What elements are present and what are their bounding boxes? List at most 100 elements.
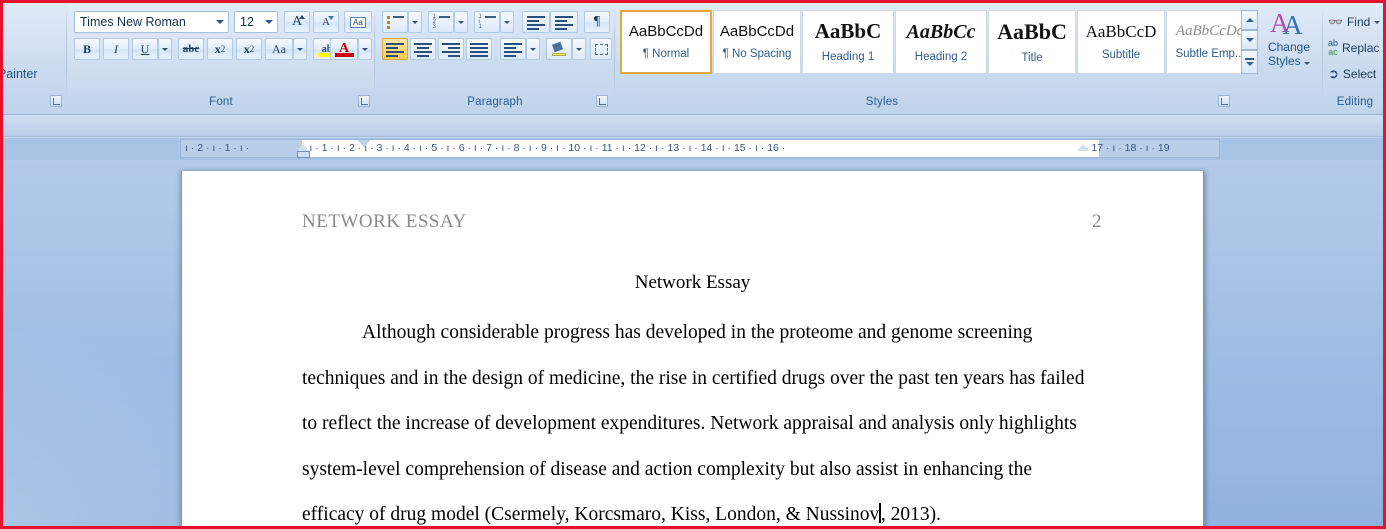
chevron-down-icon[interactable]: [265, 20, 273, 24]
bold-button[interactable]: B: [74, 38, 100, 60]
horizontal-ruler[interactable]: ı · 2 · ı · 1 · ı · · ı · 1 · ı · 2 · ı …: [180, 139, 1220, 158]
arrow-down-icon: [328, 16, 334, 20]
left-indent-marker[interactable]: [297, 151, 310, 158]
style-name: ¶ No Spacing: [723, 48, 792, 60]
right-indent-marker[interactable]: [1077, 144, 1089, 151]
change-styles-icon: A A: [1270, 8, 1303, 40]
chevron-down-icon: [297, 47, 303, 51]
document-page[interactable]: NETWORK ESSAY 2 Network Essay Although c…: [181, 171, 1204, 529]
find-label: Find: [1346, 15, 1371, 29]
style-sample: AaBbCcDd: [1175, 23, 1245, 39]
document-body-paragraph[interactable]: Although considerable progress has devel…: [302, 310, 1092, 529]
justify-button[interactable]: [466, 38, 492, 60]
format-painter-button[interactable]: at Painter: [0, 67, 38, 81]
paragraph-text-after-caret: , 2013).: [880, 504, 941, 525]
styles-scroll-down-button[interactable]: [1241, 30, 1258, 50]
styles-group-body: AaBbCcDd ¶ Normal AaBbCcDd ¶ No Spacing AaBb…: [616, 5, 1258, 88]
arrow-up-icon: [299, 15, 305, 19]
chevron-down-icon[interactable]: [216, 20, 224, 24]
cursor-arrow-icon: ➲: [1328, 66, 1339, 81]
subscript-button[interactable]: x2: [207, 38, 233, 60]
underline-dropdown[interactable]: [158, 38, 172, 60]
multilevel-list-dropdown[interactable]: [500, 11, 514, 33]
styles-more-button[interactable]: [1241, 50, 1258, 74]
show-formatting-marks-button[interactable]: ¶: [584, 11, 610, 33]
style-name: Title: [1021, 52, 1042, 64]
first-line-indent-marker[interactable]: [358, 140, 370, 147]
style-name-text: Subtle Emp...: [1175, 48, 1245, 60]
align-center-button[interactable]: [410, 38, 436, 60]
arrow-up-icon: [1245, 18, 1254, 22]
numbering-button[interactable]: 123: [428, 11, 454, 33]
bullets-dropdown[interactable]: [408, 11, 422, 33]
underline-button[interactable]: U: [132, 38, 158, 60]
font-color-dropdown[interactable]: [358, 38, 372, 60]
ruler-right-ticks: · 17 · ı · 18 · ı · 19: [1085, 142, 1170, 154]
align-left-button[interactable]: [382, 38, 408, 60]
replace-label: Replac: [1342, 41, 1380, 55]
font-dialog-launcher[interactable]: [358, 95, 370, 107]
style-tile-heading-1[interactable]: AaBbC Heading 1: [802, 10, 894, 74]
paragraph-dialog-launcher[interactable]: [596, 95, 608, 107]
hanging-indent-marker[interactable]: [297, 144, 309, 151]
shading-button[interactable]: [546, 38, 572, 60]
change-styles-button[interactable]: A A Change Styles: [1258, 8, 1320, 74]
style-tile-heading-2[interactable]: AaBbCc Heading 2: [895, 10, 987, 74]
styles-scroll-up-button[interactable]: [1241, 10, 1258, 30]
font-color-button[interactable]: A: [330, 38, 358, 60]
grow-font-button[interactable]: A: [284, 11, 310, 33]
chevron-down-icon: [362, 47, 368, 51]
font-size-combobox[interactable]: 12: [234, 11, 278, 33]
clipboard-dialog-launcher[interactable]: [50, 95, 62, 107]
borders-button[interactable]: [590, 38, 612, 60]
superscript-button[interactable]: x2: [236, 38, 262, 60]
style-name-text: Subtitle: [1101, 49, 1141, 61]
select-button[interactable]: ➲ Select: [1328, 63, 1386, 85]
styles-dialog-launcher[interactable]: [1218, 95, 1230, 107]
line-spacing-button[interactable]: [500, 38, 526, 60]
ribbon-group-font: Times New Roman 12 A A Aa B I U abc x 2 …: [68, 5, 374, 110]
style-tile-title[interactable]: AaBbC Title: [988, 10, 1076, 74]
strikethrough-button[interactable]: abc: [178, 38, 204, 60]
multilevel-list-button[interactable]: 1i1: [474, 11, 500, 33]
change-case-dropdown[interactable]: [293, 38, 307, 60]
change-styles-label-line2: Styles: [1268, 54, 1311, 68]
style-tile-no-spacing[interactable]: AaBbCcDd ¶ No Spacing: [713, 10, 801, 74]
group-divider: [374, 9, 375, 97]
clipboard-group-body: at Painter: [0, 5, 68, 88]
numbering-dropdown[interactable]: [454, 11, 468, 33]
font-size-value: 12: [240, 15, 254, 29]
chevron-down-icon: [530, 47, 536, 51]
bold-label: B: [82, 41, 91, 56]
find-button[interactable]: 👓 Find: [1328, 11, 1386, 33]
replace-button[interactable]: ab ac Replac: [1328, 37, 1386, 59]
style-name: Heading 2: [915, 51, 967, 63]
style-name-text: Normal: [652, 48, 690, 60]
subscript-index: 2: [220, 44, 226, 54]
chevron-down-icon: [458, 20, 464, 24]
paragraph-group-body: 123 1i1 AZ: [378, 5, 612, 88]
paragraph-group-label: Paragraph: [467, 96, 523, 108]
document-title: Network Essay: [634, 272, 751, 293]
style-tile-normal[interactable]: AaBbCcDd ¶ Normal: [620, 10, 712, 74]
align-left-icon: [386, 42, 404, 57]
italic-button[interactable]: I: [103, 38, 129, 60]
change-case-button[interactable]: Aa: [265, 38, 293, 60]
more-bar-icon: [1245, 58, 1254, 60]
pilcrow-icon: ¶: [722, 48, 732, 60]
line-spacing-dropdown[interactable]: [526, 38, 540, 60]
shading-dropdown[interactable]: [572, 38, 586, 60]
decrease-indent-button[interactable]: [522, 11, 550, 33]
shrink-font-button[interactable]: A: [313, 11, 339, 33]
chevron-down-icon: [576, 47, 582, 51]
style-tile-subtitle[interactable]: AaBbCcD Subtitle: [1077, 10, 1165, 74]
clear-formatting-button[interactable]: Aa: [344, 11, 372, 33]
style-name: ¶ Normal: [643, 48, 689, 60]
arrow-down-icon: [1245, 38, 1254, 42]
align-right-button[interactable]: [438, 38, 464, 60]
ruler-band: ı · 2 · ı · 1 · ı · · ı · 1 · ı · 2 · ı …: [0, 138, 1386, 160]
increase-indent-button[interactable]: [550, 11, 578, 33]
font-name-combobox[interactable]: Times New Roman: [74, 11, 229, 33]
editing-group-label: Editing: [1336, 96, 1374, 108]
bullets-button[interactable]: [382, 11, 408, 33]
